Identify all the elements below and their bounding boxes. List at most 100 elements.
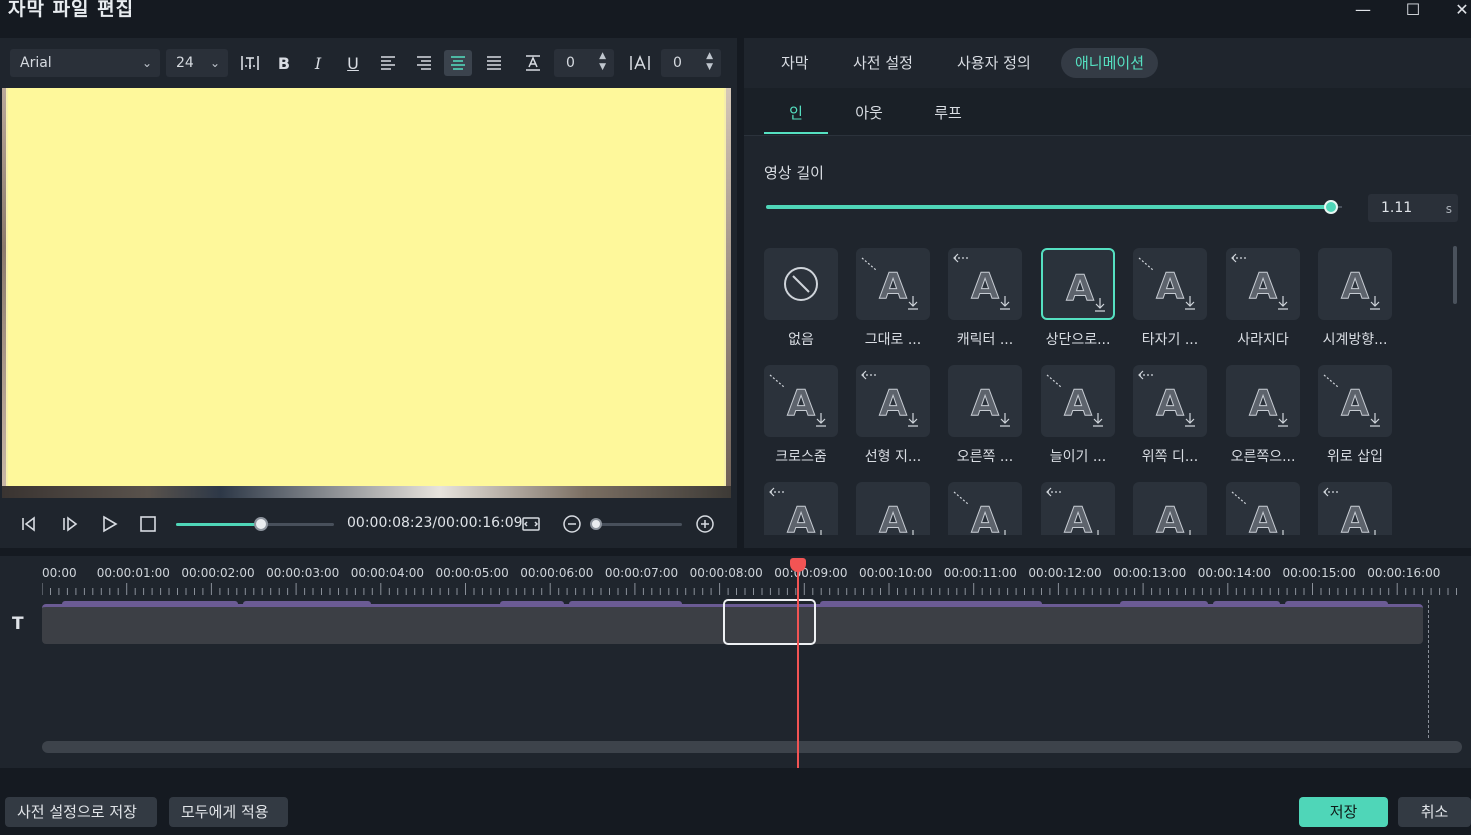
tab-animation[interactable]: 애니메이션 xyxy=(1061,48,1159,78)
animation-preview-icon: A xyxy=(1041,365,1115,437)
animation-preset[interactable]: A xyxy=(948,482,1022,535)
subtab-out[interactable]: 아웃 xyxy=(837,102,901,123)
animation-preset-label: 오른쪽 ... xyxy=(956,449,1014,465)
subtitle-clip[interactable] xyxy=(62,601,238,607)
align-right-icon[interactable] xyxy=(410,50,438,76)
selected-subtitle-clip[interactable] xyxy=(723,599,816,645)
animation-preset[interactable]: A 크로스줌 xyxy=(764,365,838,475)
tab-custom[interactable]: 사용자 정의 xyxy=(943,48,1045,78)
animation-preset[interactable]: A 사라지다 xyxy=(1226,248,1300,358)
animation-preset[interactable]: A 타자기 ... xyxy=(1133,248,1207,358)
stepper-icon[interactable]: ▲ ▼ xyxy=(599,51,606,73)
subtitle-clip[interactable] xyxy=(569,601,682,607)
animation-preset-label: 그대로 ... xyxy=(864,332,922,348)
animation-preset[interactable]: A 위로 삽입 xyxy=(1318,365,1392,475)
letter-spacing-icon[interactable] xyxy=(236,50,264,76)
next-frame-icon[interactable] xyxy=(57,512,81,536)
animation-preview-icon: A xyxy=(1318,248,1392,320)
save-button[interactable]: 저장 xyxy=(1299,797,1388,827)
animation-preset[interactable]: A 시계방향... xyxy=(1318,248,1392,358)
duration-slider-handle[interactable] xyxy=(1324,200,1338,214)
video-preview[interactable] xyxy=(2,88,731,498)
subtitle-clip[interactable] xyxy=(500,601,564,607)
zoom-slider-handle[interactable] xyxy=(590,518,602,530)
zoom-slider[interactable] xyxy=(596,523,682,526)
align-center-icon[interactable] xyxy=(444,50,472,76)
playhead[interactable] xyxy=(797,564,799,768)
zoom-out-icon[interactable] xyxy=(560,512,584,536)
time-ruler[interactable]: 00:00 00:00:01:00 00:00:02:00 00:00:03:00 00… xyxy=(0,556,1471,600)
subtitle-clip[interactable] xyxy=(820,601,1042,607)
close-button[interactable]: ✕ xyxy=(1440,0,1471,19)
timeline-scrollbar[interactable] xyxy=(42,741,1462,753)
animation-preset[interactable]: A 선형 지... xyxy=(856,365,930,475)
window-title: 자막 파일 편집 xyxy=(8,0,135,20)
ruler-ticks xyxy=(42,583,1457,595)
preview-frame xyxy=(8,88,724,486)
ruler-time-label: 00:00:05:00 xyxy=(435,566,509,580)
duration-value: 1.11 xyxy=(1381,200,1413,216)
animation-preview-icon: A xyxy=(1133,365,1207,437)
fit-screen-icon[interactable] xyxy=(519,512,543,536)
animation-preset[interactable]: A 오른쪽으... xyxy=(1226,365,1300,475)
animation-preset[interactable]: A xyxy=(1318,482,1392,535)
tab-subtitle[interactable]: 자막 xyxy=(767,48,823,78)
align-justify-icon[interactable] xyxy=(480,50,508,76)
cancel-button[interactable]: 취소 xyxy=(1398,797,1471,827)
font-size-select[interactable]: 24 ⌄ xyxy=(166,49,228,77)
player-controls: 00:00:08:23/00:00:16:09 xyxy=(0,500,737,548)
ruler-time-label: 00:00:06:00 xyxy=(520,566,594,580)
tab-presets[interactable]: 사전 설정 xyxy=(839,48,927,78)
play-icon[interactable] xyxy=(97,512,121,536)
animation-preset[interactable]: A 상단으로... xyxy=(1041,248,1115,358)
stepper-icon[interactable]: ▲ ▼ xyxy=(706,51,713,73)
animation-preset[interactable]: 없음 xyxy=(764,248,838,358)
animation-preset-label: 늘이기 ... xyxy=(1049,449,1107,465)
scrubber-handle[interactable] xyxy=(254,517,269,531)
preview-background xyxy=(2,486,731,498)
animation-preview-icon: A xyxy=(948,482,1022,535)
subtab-loop[interactable]: 루프 xyxy=(916,102,980,123)
animation-preset[interactable]: A 캐릭터 ... xyxy=(948,248,1022,358)
animation-preset[interactable]: A xyxy=(1226,482,1300,535)
animation-preview-icon: A xyxy=(948,365,1022,437)
apply-to-all-button[interactable]: 모두에게 적용 xyxy=(169,797,288,827)
subtab-in[interactable]: 인 xyxy=(764,102,828,123)
font-select[interactable]: Arial ⌄ xyxy=(10,49,160,77)
stop-icon[interactable] xyxy=(136,512,160,536)
previous-frame-icon[interactable] xyxy=(16,512,40,536)
subtitle-clip[interactable] xyxy=(1285,601,1388,607)
svg-text:A: A xyxy=(1156,266,1184,307)
bold-icon[interactable]: B xyxy=(270,50,298,76)
none-icon xyxy=(764,248,838,320)
duration-unit: s xyxy=(1445,202,1452,216)
duration-input[interactable]: 1.11 s xyxy=(1368,194,1458,222)
save-as-preset-button[interactable]: 사전 설정으로 저장 xyxy=(5,797,157,827)
animation-preset[interactable]: A xyxy=(1133,482,1207,535)
animation-preview-icon: A xyxy=(764,482,838,535)
char-spacing-input[interactable]: 0 ▲ ▼ xyxy=(661,49,721,77)
animation-preset-label: 캐릭터 ... xyxy=(956,332,1014,348)
animation-grid: 없음 A 그대로 ... A 캐릭터 ... A 상단으로... A 타자기 ... A 사라지다 A… xyxy=(744,243,1454,535)
animation-preset[interactable]: A 오른쪽 ... xyxy=(948,365,1022,475)
animation-preset[interactable]: A 위쪽 디... xyxy=(1133,365,1207,475)
subtitle-clip[interactable] xyxy=(1120,601,1208,607)
animation-preset[interactable]: A xyxy=(1041,482,1115,535)
align-left-icon[interactable] xyxy=(374,50,402,76)
animation-preset[interactable]: A xyxy=(856,482,930,535)
underline-icon[interactable]: U xyxy=(339,50,367,76)
maximize-button[interactable]: ☐ xyxy=(1391,0,1435,19)
animation-preset[interactable]: A 늘이기 ... xyxy=(1041,365,1115,475)
subtitle-clip[interactable] xyxy=(243,601,371,607)
duration-slider[interactable] xyxy=(766,205,1334,209)
line-spacing-input[interactable]: 0 ▲ ▼ xyxy=(554,49,614,77)
animation-scrollbar[interactable] xyxy=(1453,246,1457,304)
minimize-button[interactable]: — xyxy=(1341,0,1385,19)
properties-panel: 자막 사전 설정 사용자 정의 애니메이션 인 아웃 루프 영상 길이 1.11… xyxy=(744,38,1471,548)
animation-preset[interactable]: A 그대로 ... xyxy=(856,248,930,358)
zoom-in-icon[interactable] xyxy=(693,512,717,536)
italic-icon[interactable]: I xyxy=(304,50,332,76)
animation-preset[interactable]: A xyxy=(764,482,838,535)
subtitle-clip[interactable] xyxy=(1213,601,1280,607)
animation-preset-label: 크로스줌 xyxy=(775,449,827,465)
